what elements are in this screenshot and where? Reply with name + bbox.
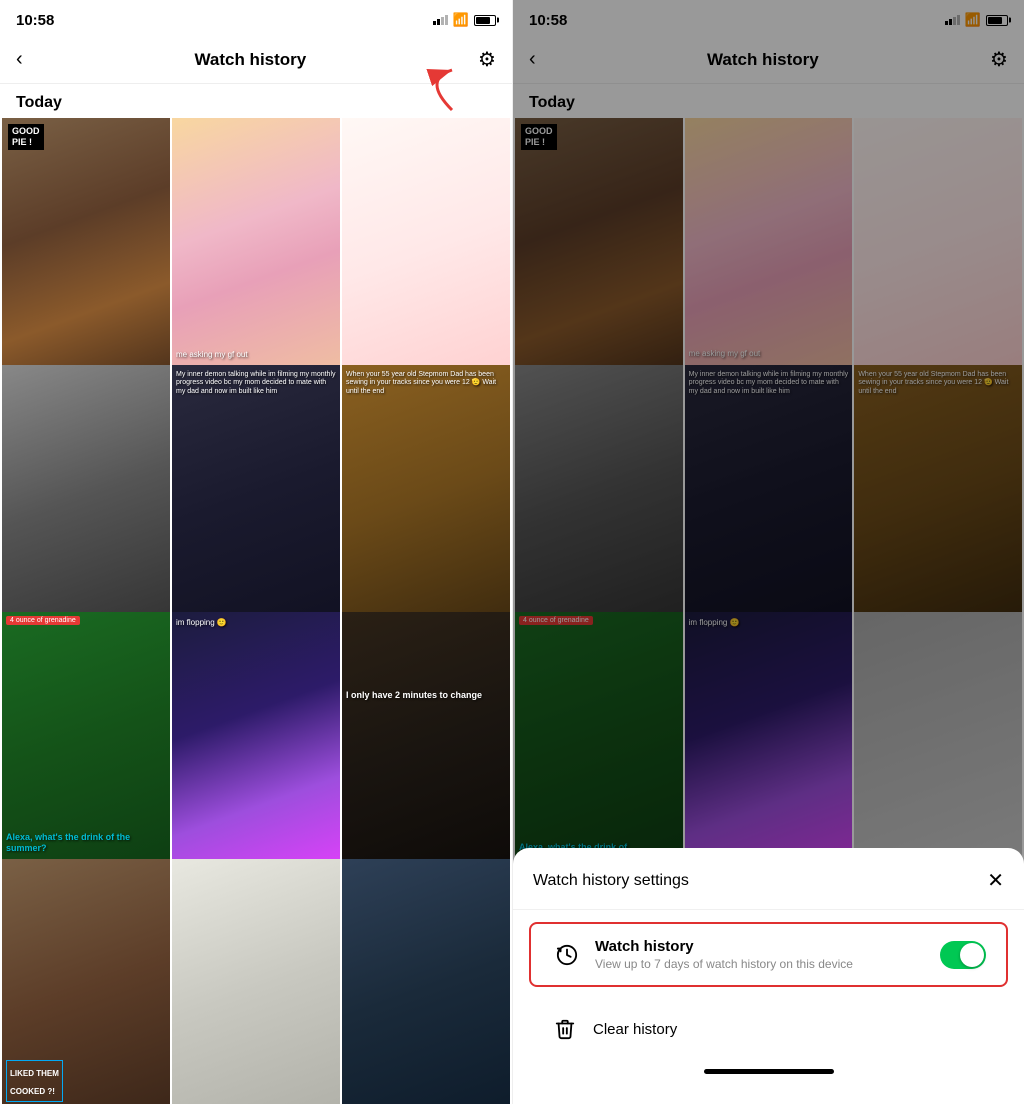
- sheet-header: Watch history settings ✕: [513, 848, 1024, 910]
- left-nav-title: Watch history: [194, 50, 306, 70]
- sheet-close-button[interactable]: ✕: [987, 868, 1004, 893]
- clear-history-label: Clear history: [593, 1021, 677, 1038]
- thumb-caption-9: I only have 2 minutes to change: [346, 690, 506, 702]
- thumb-caption-2: me asking my gf out: [176, 350, 336, 360]
- video-thumb-9[interactable]: I only have 2 minutes to change ▷ 38.7M: [342, 612, 510, 873]
- toggle-thumb: [960, 943, 984, 967]
- trash-icon: [549, 1013, 581, 1045]
- clear-history-row[interactable]: Clear history: [513, 999, 1024, 1059]
- thumb-caption-5: My inner demon talking while im filming …: [176, 371, 336, 396]
- left-settings-button[interactable]: ⚙: [478, 47, 496, 72]
- watch-history-row-subtitle: View up to 7 days of watch history on th…: [595, 957, 940, 971]
- thumb-label-10: LIKED THEMCOOKED ?!: [6, 1060, 63, 1102]
- home-indicator: [704, 1069, 834, 1074]
- thumb-caption-7: Alexa, what's the drink of the summer?: [6, 832, 166, 854]
- watch-history-row-title: Watch history: [595, 938, 940, 955]
- video-thumb-5[interactable]: My inner demon talking while im filming …: [172, 365, 340, 626]
- thumb-label-1: GOODPIE !: [8, 124, 44, 150]
- left-status-icons: 📶: [433, 12, 496, 28]
- video-thumb-6[interactable]: When your 55 year old Stepmom Dad has be…: [342, 365, 510, 626]
- history-icon: [551, 939, 583, 971]
- video-thumb-12[interactable]: ▷ 790: [342, 859, 510, 1104]
- video-thumb-7[interactable]: 4 ounce of grenadine Alexa, what's the d…: [2, 612, 170, 873]
- left-status-bar: 10:58 📶: [0, 0, 512, 36]
- watch-history-toggle-row: Watch history View up to 7 days of watch…: [529, 922, 1008, 987]
- watch-history-settings-sheet: Watch history settings ✕ Watch history V…: [513, 848, 1024, 1104]
- watch-history-row-content: Watch history View up to 7 days of watch…: [595, 938, 940, 971]
- thumb-caption-8: im flopping 🙂: [176, 618, 336, 628]
- video-thumb-1[interactable]: GOODPIE ! ▷ 50.9M: [2, 118, 170, 379]
- wifi-icon: 📶: [453, 12, 469, 28]
- thumb-caption-6: When your 55 year old Stepmom Dad has be…: [346, 371, 506, 396]
- battery-icon: [474, 15, 496, 26]
- video-thumb-4[interactable]: ▷ 656: [2, 365, 170, 626]
- video-thumb-3[interactable]: ▷ 5511: [342, 118, 510, 379]
- sheet-title: Watch history settings: [533, 872, 689, 890]
- left-status-time: 10:58: [16, 12, 54, 29]
- video-thumb-2[interactable]: me asking my gf out ▷ 226: [172, 118, 340, 379]
- right-phone-panel: 10:58 📶 ‹ Watch history ⚙ Today GOODPIE …: [512, 0, 1024, 1104]
- video-thumb-11[interactable]: ▷ 2.2M: [172, 859, 340, 1104]
- left-phone-panel: 10:58 📶 ‹ Watch history ⚙: [0, 0, 512, 1104]
- red-arrow-indicator: [402, 60, 462, 125]
- thumb-top-label-7: 4 ounce of grenadine: [6, 616, 80, 625]
- watch-history-toggle[interactable]: [940, 941, 986, 969]
- left-video-grid: GOODPIE ! ▷ 50.9M me asking my gf out ▷ …: [0, 118, 512, 1104]
- left-back-button[interactable]: ‹: [16, 48, 23, 71]
- video-thumb-8[interactable]: im flopping 🙂 ▷ 725: [172, 612, 340, 873]
- signal-icon: [433, 15, 448, 25]
- video-thumb-10[interactable]: LIKED THEMCOOKED ?! ▷ 45.5M: [2, 859, 170, 1104]
